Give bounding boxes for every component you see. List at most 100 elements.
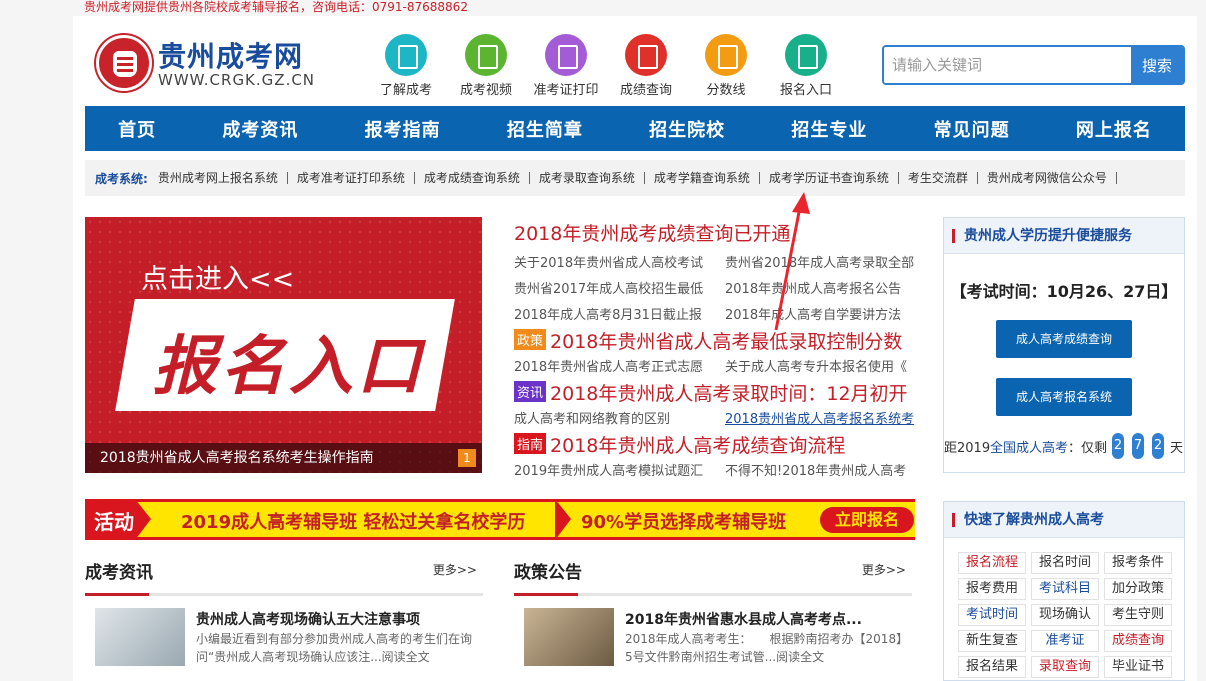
quick-info-item[interactable]: 准考证	[1031, 630, 1099, 652]
clipboard-icon	[785, 34, 827, 76]
system-link[interactable]: 成考学籍查询系统	[645, 172, 760, 184]
quick-link-label: 了解成考	[379, 83, 432, 98]
system-link[interactable]: 贵州成考网上报名系统	[158, 172, 288, 184]
banner-line2: 报名入口	[153, 330, 425, 404]
news-link[interactable]: 关于成人高考专升本报名使用《	[725, 356, 915, 375]
countdown-link[interactable]: 全国成人高考	[990, 437, 1068, 456]
quick-link-video[interactable]: 成考视频	[451, 34, 521, 98]
news-link[interactable]: 关于2018年贵州省成人高校考试	[514, 252, 704, 271]
main-nav: 首页 成考资讯 报考指南 招生简章 招生院校 招生专业 常见问题 网上报名	[85, 106, 1185, 151]
article-title[interactable]: 2018年贵州省惠水县成人高考考点...	[625, 609, 862, 629]
news-feature-title: 2018年贵州成人高考成绩查询流程	[550, 435, 846, 457]
nav-schools[interactable]: 招生院校	[649, 116, 725, 142]
logo-seal-icon	[96, 35, 152, 91]
news-headline[interactable]: 2018年贵州成考成绩查询已开通	[514, 219, 790, 246]
nav-faq[interactable]: 常见问题	[934, 116, 1010, 142]
news-tag-info: 资讯	[514, 381, 547, 402]
column-divider	[514, 593, 912, 596]
quick-info-item[interactable]: 报考费用	[958, 578, 1026, 600]
quick-info-item[interactable]: 新生复查	[958, 630, 1026, 652]
quick-info-item[interactable]: 报名时间	[1031, 552, 1099, 574]
quick-info-title: 快速了解贵州成人高考	[944, 502, 1184, 538]
news-link[interactable]: 贵州省2018年成人高考录取全部	[725, 252, 915, 271]
flask-icon	[385, 34, 427, 76]
nav-news[interactable]: 成考资讯	[222, 116, 298, 142]
quick-info-item[interactable]: 现场确认	[1031, 604, 1099, 626]
system-link[interactable]: 成考学历证书查询系统	[760, 172, 899, 184]
countdown-mid: ：仅剩	[1068, 441, 1108, 456]
countdown-digit: 2	[1152, 433, 1164, 459]
quick-link-register[interactable]: 报名入口	[771, 34, 841, 98]
news-link[interactable]: 2018贵州省成人高考报名系统考	[725, 408, 915, 427]
quick-link-about[interactable]: 了解成考	[371, 34, 441, 98]
quick-info-item[interactable]: 报考条件	[1104, 552, 1172, 574]
site-logo[interactable]: 贵州成考网 WWW.CRGK.GZ.CN	[96, 33, 326, 95]
search-box: 搜索	[882, 45, 1185, 85]
score-query-button[interactable]: 成人高考成绩查询	[996, 320, 1132, 358]
news-link[interactable]: 不得不知!2018年贵州成人高考	[725, 460, 915, 479]
news-link[interactable]: 成人高考和网络教育的区别	[514, 408, 704, 427]
news-tag-guide: 指南	[514, 433, 547, 454]
nav-home[interactable]: 首页	[118, 116, 156, 142]
nav-guide[interactable]: 报考指南	[365, 116, 441, 142]
more-link[interactable]: 更多>>	[862, 561, 906, 578]
quick-info-item[interactable]: 考试科目	[1031, 578, 1099, 600]
article-thumbnail[interactable]	[95, 608, 185, 666]
search-input[interactable]	[884, 47, 1132, 83]
news-link[interactable]: 2019年贵州成人高考模拟试题汇	[514, 460, 704, 479]
quick-info-item[interactable]: 考试时间	[958, 604, 1026, 626]
quick-link-score-query[interactable]: 成绩查询	[611, 34, 681, 98]
chevron-right-icon	[555, 499, 571, 540]
quick-info-item[interactable]: 报名结果	[958, 656, 1026, 678]
logo-url: WWW.CRGK.GZ.CN	[158, 71, 316, 89]
news-link[interactable]: 2018年成人高考8月31日截止报	[514, 304, 704, 323]
more-link[interactable]: 更多>>	[433, 561, 477, 578]
banner-pager[interactable]: 1	[458, 449, 476, 467]
news-feature[interactable]: 指南 2018年贵州成人高考成绩查询流程	[514, 431, 845, 458]
column-divider	[85, 593, 483, 596]
quick-info-item[interactable]: 成绩查询	[1104, 630, 1172, 652]
top-notice-text: 贵州成考网提供贵州各院校成考辅导报名，咨询电话：0791-87688862	[84, 0, 468, 14]
banner-line1: 点击进入<<	[141, 264, 295, 295]
quick-info-item[interactable]: 毕业证书	[1104, 656, 1172, 678]
nav-brochure[interactable]: 招生简章	[507, 116, 583, 142]
news-feature[interactable]: 政策 2018年贵州省成人高考最低录取控制分数	[514, 327, 902, 354]
nav-majors[interactable]: 招生专业	[791, 116, 867, 142]
banner-register-entry[interactable]: 点击进入<< 报名入口 2018贵州省成人高考报名系统考生操作指南 1	[85, 217, 482, 473]
column-title: 政策公告	[514, 563, 582, 583]
quick-info-item[interactable]: 报名流程	[958, 552, 1026, 574]
system-link[interactable]: 成考录取查询系统	[530, 172, 645, 184]
quick-link-label: 分数线	[706, 83, 746, 98]
activity-message-1: 2019成人高考辅导班 轻松过关拿名校学历	[181, 512, 526, 533]
activity-banner[interactable]: 活动 2019成人高考辅导班 轻松过关拿名校学历 90%学员选择成考辅导班 立即…	[85, 499, 915, 540]
nav-online-register[interactable]: 网上报名	[1076, 116, 1152, 142]
quick-info-item[interactable]: 录取查询	[1031, 656, 1099, 678]
quick-link-admission-ticket[interactable]: 准考证打印	[531, 34, 601, 98]
article-title[interactable]: 贵州成人高考现场确认五大注意事项	[196, 609, 420, 629]
quick-link-label: 成考视频	[459, 83, 512, 98]
activity-register-button[interactable]: 立即报名	[820, 507, 914, 533]
quick-link-cutoff[interactable]: 分数线	[691, 34, 761, 98]
system-link[interactable]: 考生交流群	[899, 172, 978, 184]
system-link[interactable]: 贵州成考网微信公众号	[978, 172, 1117, 184]
quick-info-item[interactable]: 加分政策	[1104, 578, 1172, 600]
news-link[interactable]: 贵州省2017年成人高校招生最低	[514, 278, 704, 297]
register-system-button[interactable]: 成人高考报名系统	[996, 378, 1132, 416]
quick-info-item[interactable]: 考生守则	[1104, 604, 1172, 626]
service-panel: 贵州成人学历提升便捷服务 【考试时间：10月26、27日】 成人高考成绩查询 成…	[943, 217, 1185, 473]
top-notice-bar: 贵州成考网提供贵州各院校成考辅导报名，咨询电话：0791-87688862	[0, 0, 1206, 16]
system-link[interactable]: 成考成绩查询系统	[415, 172, 530, 184]
news-feature-title: 2018年贵州成人高考录取时间：12月初开	[550, 383, 908, 405]
system-link[interactable]: 成考准考证打印系统	[288, 172, 415, 184]
news-link[interactable]: 2018年成人高考自学要讲方法	[725, 304, 915, 323]
monitor-icon	[625, 34, 667, 76]
search-button[interactable]: 搜索	[1131, 47, 1183, 83]
news-feature[interactable]: 资讯 2018年贵州成人高考录取时间：12月初开	[514, 379, 908, 406]
news-link[interactable]: 2018年贵州省成人高考正式志愿	[514, 356, 704, 375]
banner-caption[interactable]: 2018贵州省成人高考报名系统考生操作指南	[85, 443, 482, 473]
exam-time: 【考试时间：10月26、27日】	[950, 282, 1178, 301]
countdown-prefix: 距2019	[944, 441, 991, 456]
countdown-suffix: 天	[1170, 441, 1184, 456]
news-link[interactable]: 2018年贵州成人高考报名公告	[725, 278, 915, 297]
article-thumbnail[interactable]	[524, 608, 614, 666]
